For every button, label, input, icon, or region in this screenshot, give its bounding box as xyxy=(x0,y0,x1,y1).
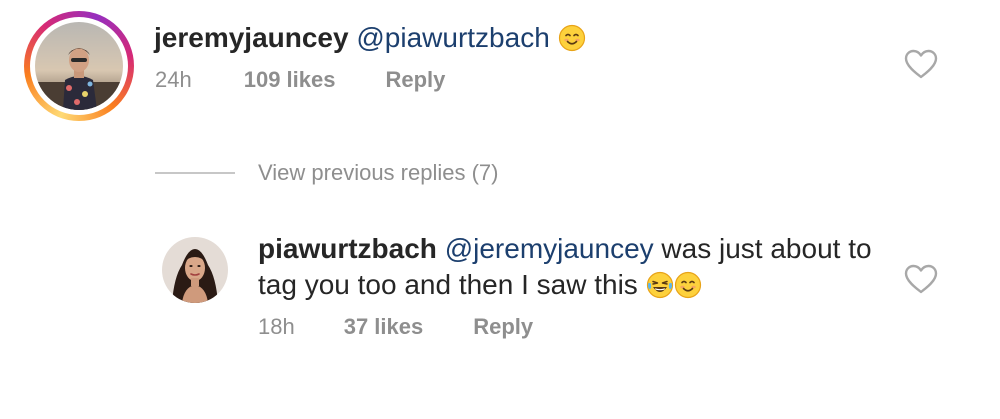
comment-timestamp: 24h xyxy=(155,67,192,92)
view-previous-replies-button[interactable]: View previous replies (7) xyxy=(155,160,498,186)
comment-mention[interactable]: @piawurtzbach xyxy=(356,22,549,53)
smiling-face-emoji xyxy=(558,24,586,61)
comment-meta: 24h 109 likes Reply xyxy=(155,67,445,93)
heart-outline-icon[interactable] xyxy=(904,49,938,79)
comment-meta: 18h 37 likes Reply xyxy=(258,314,533,340)
heart-outline-icon[interactable] xyxy=(904,264,938,294)
view-previous-replies-label: View previous replies (7) xyxy=(258,160,499,185)
avatar-story-ring[interactable] xyxy=(24,11,134,121)
tears-of-joy-emoji xyxy=(646,271,674,308)
comment-mention[interactable]: @jeremyjauncey xyxy=(445,233,654,264)
comment-body: jeremyjauncey @piawurtzbach xyxy=(154,20,586,61)
comment-timestamp: 18h xyxy=(258,314,295,339)
avatar-jeremyjauncey[interactable] xyxy=(35,22,123,110)
comment-body: piawurtzbach @jeremyjauncey was just abo… xyxy=(258,231,898,308)
comment-likes-count[interactable]: 37 likes xyxy=(344,314,424,340)
avatar-piawurtzbach[interactable] xyxy=(162,237,228,303)
comment-username[interactable]: jeremyjauncey xyxy=(154,22,349,53)
reply-button[interactable]: Reply xyxy=(385,67,445,93)
reply-button[interactable]: Reply xyxy=(473,314,533,340)
divider-line xyxy=(155,172,235,174)
smiling-face-emoji xyxy=(674,271,702,308)
comment-likes-count[interactable]: 109 likes xyxy=(244,67,336,93)
comment-username[interactable]: piawurtzbach xyxy=(258,233,437,264)
